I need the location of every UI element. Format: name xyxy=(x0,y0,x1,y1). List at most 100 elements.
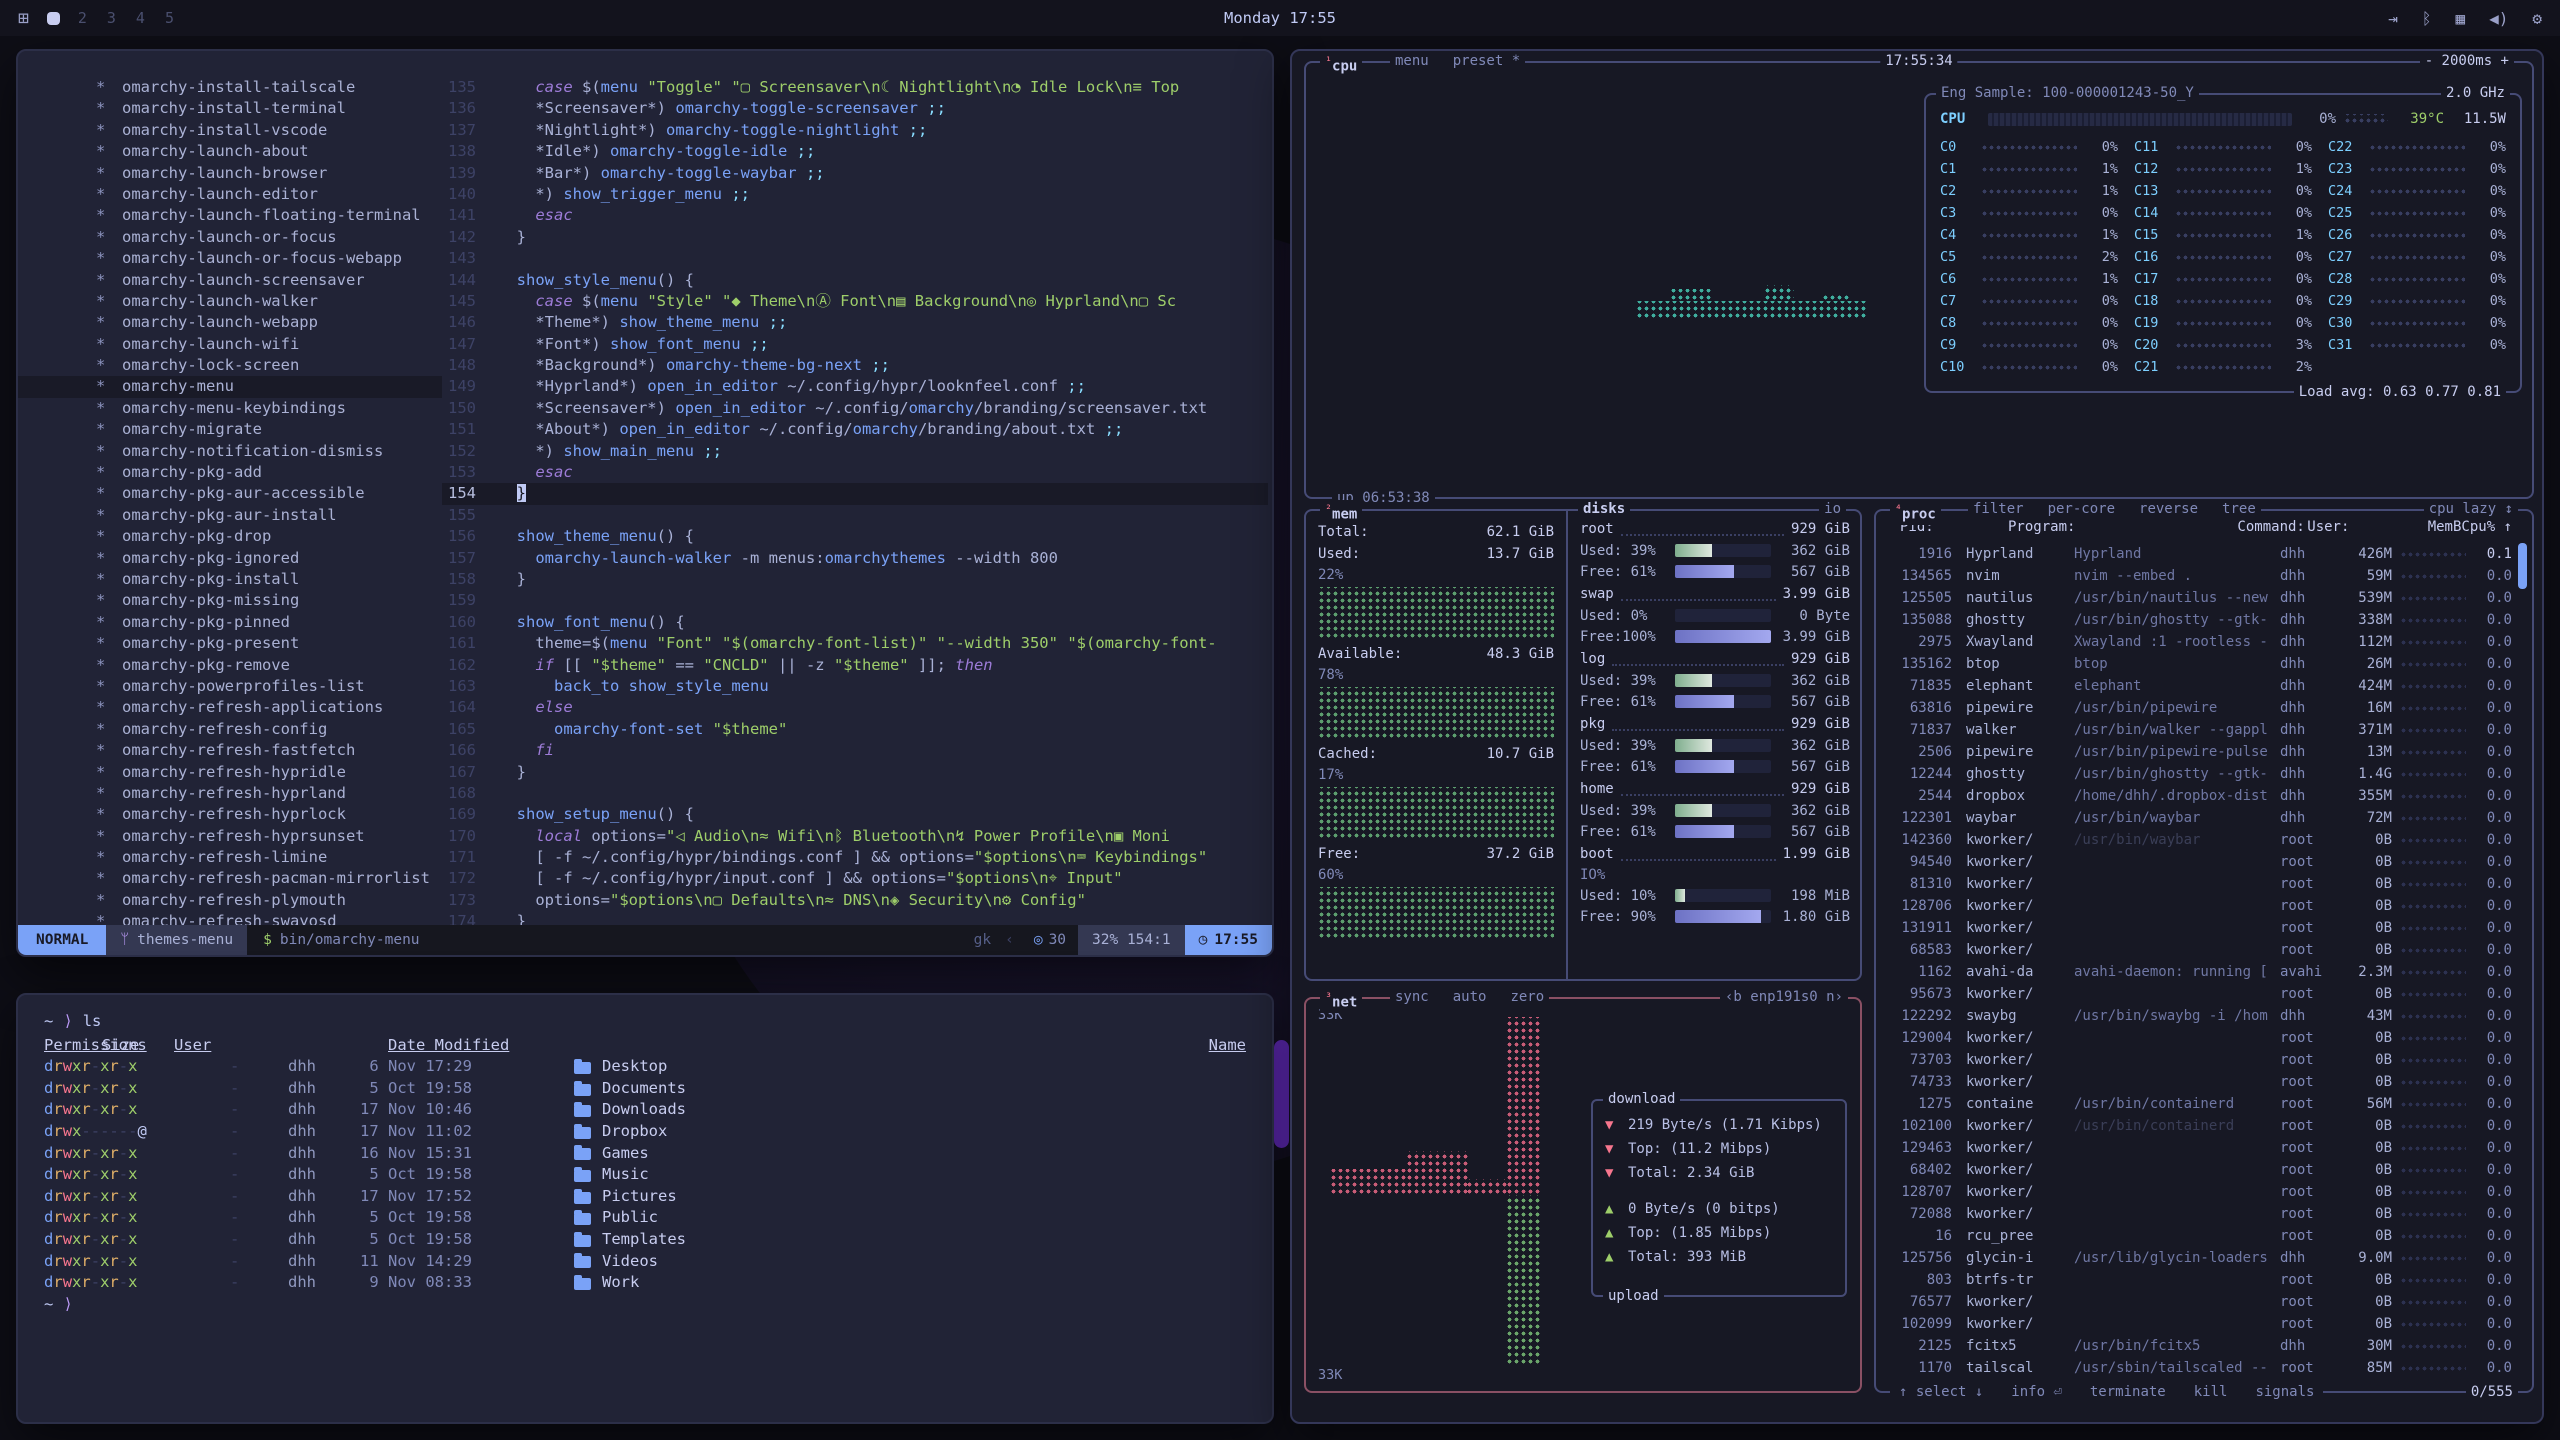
process-row[interactable]: 81310 kworker/ root 0B 0.0 xyxy=(1886,873,2512,895)
process-row[interactable]: 71835 elephant elephant dhh 424M 0.0 xyxy=(1886,675,2512,697)
file-list-item[interactable]: *omarchy-refresh-applications xyxy=(18,697,442,718)
process-row[interactable]: 1275 containe /usr/bin/containerd root 5… xyxy=(1886,1093,2512,1115)
file-list-item[interactable]: *omarchy-install-vscode xyxy=(18,120,442,141)
file-list-item[interactable]: *omarchy-pkg-add xyxy=(18,462,442,483)
file-list-item[interactable]: *omarchy-lock-screen xyxy=(18,355,442,376)
process-row[interactable]: 122301 waybar /usr/bin/waybar dhh 72M 0.… xyxy=(1886,807,2512,829)
proc-scrollbar[interactable] xyxy=(2518,543,2527,589)
process-row[interactable]: 2506 pipewire /usr/bin/pipewire-pulse dh… xyxy=(1886,741,2512,763)
proc-option-button[interactable]: tree xyxy=(2222,500,2256,519)
proc-column-header[interactable]: Command: xyxy=(2237,519,2297,535)
process-row[interactable]: 129463 kworker/ root 0B 0.0 xyxy=(1886,1137,2512,1159)
process-row[interactable]: 125756 glycin-i /usr/lib/glycin-loaders … xyxy=(1886,1247,2512,1269)
code-pane[interactable]: 135 case $(menu "Toggle" "▢ Screensaver\… xyxy=(442,77,1268,925)
process-row[interactable]: 76577 kworker/ root 0B 0.0 xyxy=(1886,1291,2512,1313)
file-list-item[interactable]: *omarchy-pkg-install xyxy=(18,569,442,590)
io-toggle[interactable]: io xyxy=(1819,500,1846,519)
process-row[interactable]: 73703 kworker/ root 0B 0.0 xyxy=(1886,1049,2512,1071)
file-list-item[interactable]: *omarchy-migrate xyxy=(18,419,442,440)
process-row[interactable]: 12244 ghostty /usr/bin/ghostty --gtk- dh… xyxy=(1886,763,2512,785)
info-button[interactable]: info ⏎ xyxy=(2007,1383,2066,1402)
file-list-item[interactable]: *omarchy-launch-wifi xyxy=(18,334,442,355)
file-list-item[interactable]: *omarchy-refresh-hyprland xyxy=(18,783,442,804)
process-row[interactable]: 74733 kworker/ root 0B 0.0 xyxy=(1886,1071,2512,1093)
process-row[interactable]: 131911 kworker/ root 0B 0.0 xyxy=(1886,917,2512,939)
net-option-button[interactable]: sync xyxy=(1395,988,1429,1007)
file-list-item[interactable]: *omarchy-pkg-pinned xyxy=(18,612,442,633)
process-row[interactable]: 102100 kworker/ /usr/bin/containerd root… xyxy=(1886,1115,2512,1137)
workspace-active-indicator[interactable] xyxy=(47,12,60,25)
process-row[interactable]: 142360 kworker/ /usr/bin/waybar root 0B … xyxy=(1886,829,2512,851)
file-list-item[interactable]: *omarchy-install-terminal xyxy=(18,98,442,119)
proc-option-button[interactable]: filter xyxy=(1973,500,2024,519)
settings-icon[interactable]: ⚙ xyxy=(2532,9,2542,28)
process-row[interactable]: 71837 walker /usr/bin/walker --gappl dhh… xyxy=(1886,719,2512,741)
proc-column-header[interactable]: MemB xyxy=(2349,519,2461,535)
workspace-button[interactable]: 2 xyxy=(78,9,87,27)
net-option-button[interactable]: zero xyxy=(1510,988,1544,1007)
process-row[interactable]: 2544 dropbox /home/dhh/.dropbox-dist dhh… xyxy=(1886,785,2512,807)
file-list-item[interactable]: *omarchy-refresh-limine xyxy=(18,847,442,868)
git-branch[interactable]: ᛘthemes-menu xyxy=(106,925,247,955)
file-list-item[interactable]: *omarchy-launch-editor xyxy=(18,184,442,205)
file-list-item[interactable]: *omarchy-pkg-remove xyxy=(18,655,442,676)
screencast-icon[interactable]: ⇥ xyxy=(2388,9,2398,28)
process-row[interactable]: 803 btrfs-tr root 0B 0.0 xyxy=(1886,1269,2512,1291)
process-row[interactable]: 128707 kworker/ root 0B 0.0 xyxy=(1886,1181,2512,1203)
file-list-item[interactable]: *omarchy-pkg-missing xyxy=(18,590,442,611)
file-list-item[interactable]: *omarchy-launch-or-focus xyxy=(18,227,442,248)
file-list-item[interactable]: *omarchy-launch-floating-terminal xyxy=(18,205,442,226)
file-list-item[interactable]: *omarchy-pkg-aur-install xyxy=(18,505,442,526)
process-row[interactable]: 2125 fcitx5 /usr/bin/fcitx5 dhh 30M 0.0 xyxy=(1886,1335,2512,1357)
keyboard-icon[interactable]: ▦ xyxy=(2455,9,2465,28)
process-row[interactable]: 129004 kworker/ root 0B 0.0 xyxy=(1886,1027,2512,1049)
workspace-button[interactable]: 4 xyxy=(136,9,145,27)
launcher-icon[interactable]: ⊞ xyxy=(18,8,29,29)
file-list-item[interactable]: *omarchy-pkg-ignored xyxy=(18,548,442,569)
process-row[interactable]: 135162 btop btop dhh 26M 0.0 xyxy=(1886,653,2512,675)
process-row[interactable]: 122292 swaybg /usr/bin/swaybg -i /hom dh… xyxy=(1886,1005,2512,1027)
bluetooth-icon[interactable]: ᛒ xyxy=(2422,9,2432,28)
file-list-item[interactable]: *omarchy-launch-about xyxy=(18,141,442,162)
process-row[interactable]: 1170 tailscal /usr/sbin/tailscaled -- ro… xyxy=(1886,1357,2512,1379)
proc-column-header[interactable]: Program: xyxy=(2008,519,2237,535)
process-row[interactable]: 68402 kworker/ root 0B 0.0 xyxy=(1886,1159,2512,1181)
file-list-item[interactable]: *omarchy-refresh-hyprlock xyxy=(18,804,442,825)
process-row[interactable]: 134565 nvim nvim --embed . dhh 59M 0.0 xyxy=(1886,565,2512,587)
file-list-item[interactable]: *omarchy-refresh-hypridle xyxy=(18,762,442,783)
file-list-item[interactable]: *omarchy-pkg-drop xyxy=(18,526,442,547)
file-list-item[interactable]: *omarchy-notification-dismiss xyxy=(18,441,442,462)
kill-button[interactable]: kill xyxy=(2190,1383,2232,1402)
proc-sort[interactable]: cpu lazy ↕ xyxy=(2424,500,2518,519)
process-row[interactable]: 102099 kworker/ root 0B 0.0 xyxy=(1886,1313,2512,1335)
cpu-option-button[interactable]: preset * xyxy=(1453,52,1520,71)
process-row[interactable]: 94540 kworker/ root 0B 0.0 xyxy=(1886,851,2512,873)
process-row[interactable]: 135088 ghostty /usr/bin/ghostty --gtk- d… xyxy=(1886,609,2512,631)
process-row[interactable]: 72088 kworker/ root 0B 0.0 xyxy=(1886,1203,2512,1225)
process-row[interactable]: 2975 Xwayland Xwayland :1 -rootless - dh… xyxy=(1886,631,2512,653)
prompt-line-2[interactable]: ~⟩ xyxy=(44,1294,1246,1316)
file-list-item[interactable]: *omarchy-launch-browser xyxy=(18,163,442,184)
file-list-item[interactable]: *omarchy-launch-screensaver xyxy=(18,270,442,291)
select-hint[interactable]: ↑ select ↓ xyxy=(1895,1383,1987,1402)
proc-option-button[interactable]: reverse xyxy=(2139,500,2198,519)
process-row[interactable]: 1916 Hyprland Hyprland dhh 426M 0.1 xyxy=(1886,543,2512,565)
workspace-button[interactable]: 5 xyxy=(165,9,174,27)
cpu-option-button[interactable]: menu xyxy=(1395,52,1429,71)
file-list-item[interactable]: *omarchy-install-tailscale xyxy=(18,77,442,98)
proc-column-header[interactable]: Cpu% ↑ xyxy=(2461,519,2512,535)
file-list-item[interactable]: *omarchy-menu xyxy=(18,376,442,397)
process-row[interactable]: 63816 pipewire /usr/bin/pipewire dhh 16M… xyxy=(1886,697,2512,719)
process-row[interactable]: 68583 kworker/ root 0B 0.0 xyxy=(1886,939,2512,961)
file-list-item[interactable]: *omarchy-launch-or-focus-webapp xyxy=(18,248,442,269)
file-list-item[interactable]: *omarchy-launch-walker xyxy=(18,291,442,312)
workspace-button[interactable]: 3 xyxy=(107,9,116,27)
process-row[interactable]: 125505 nautilus /usr/bin/nautilus --new … xyxy=(1886,587,2512,609)
file-list-item[interactable]: *omarchy-refresh-pacman-mirrorlist xyxy=(18,868,442,889)
net-option-button[interactable]: auto xyxy=(1453,988,1487,1007)
process-row[interactable]: 128706 kworker/ root 0B 0.0 xyxy=(1886,895,2512,917)
disks-title[interactable]: disks xyxy=(1578,500,1630,519)
proc-column-header[interactable]: User: xyxy=(2297,519,2349,535)
proc-option-button[interactable]: per-core xyxy=(2048,500,2115,519)
update-interval[interactable]: - 2000ms + xyxy=(2420,52,2514,71)
